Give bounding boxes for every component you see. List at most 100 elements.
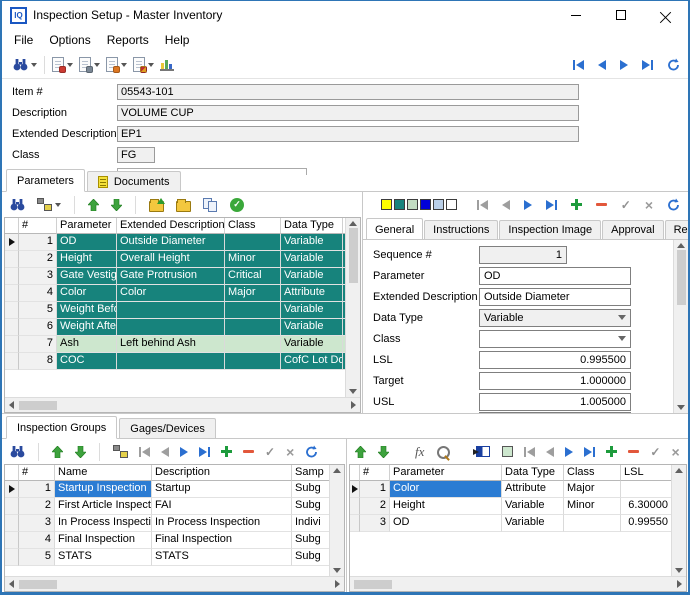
column-header[interactable]: # [360, 465, 390, 481]
usl-field[interactable]: 1.005000 [479, 393, 631, 411]
menu-file[interactable]: File [6, 31, 41, 49]
column-header[interactable]: Class [564, 465, 621, 481]
scrollbar-thumb[interactable] [349, 228, 358, 283]
refresh-button[interactable] [667, 58, 680, 71]
nav-last-button[interactable] [546, 200, 557, 210]
table-row[interactable]: 8 COC CofC Lot Doc [5, 353, 345, 370]
formula-button[interactable]: fx [412, 442, 427, 462]
scroll-up-icon[interactable] [675, 468, 683, 473]
column-header[interactable]: LSL [621, 465, 671, 481]
copy-button[interactable] [200, 196, 221, 214]
column-header[interactable]: # [19, 218, 57, 234]
table-row[interactable]: 7 Ash Left behind Ash Variable [5, 336, 345, 353]
nav-last-button[interactable] [199, 447, 210, 457]
close-button[interactable] [643, 1, 688, 29]
scrollbar-thumb[interactable] [19, 401, 57, 410]
target-field[interactable]: 1.000000 [479, 372, 631, 390]
table-row[interactable]: 2 First Article Inspection FAI Subg [5, 498, 329, 515]
table-row[interactable]: 5 STATS STATS Subg [5, 549, 329, 566]
scroll-down-icon[interactable] [349, 389, 357, 394]
insert-record-button[interactable] [571, 199, 582, 210]
table-row[interactable]: 2 Height Variable Minor 6.30000 [350, 498, 671, 515]
menu-options[interactable]: Options [41, 31, 98, 49]
legend-yellow-swatch[interactable] [381, 199, 392, 210]
column-header[interactable]: Data Type [502, 465, 564, 481]
tab-inspection-image[interactable]: Inspection Image [499, 220, 601, 239]
class-field[interactable]: FG [117, 147, 155, 163]
nav-first-button[interactable] [139, 447, 150, 457]
scrollbar-thumb[interactable] [19, 580, 57, 589]
table-row[interactable]: 4 Final Inspection Final Inspection Subg [5, 532, 329, 549]
vertical-scrollbar[interactable] [345, 218, 360, 397]
delete-record-button[interactable] [628, 450, 639, 453]
document-report-button[interactable] [49, 55, 76, 74]
maximize-button[interactable] [598, 1, 643, 29]
column-header[interactable]: Samp [292, 465, 329, 481]
nav-first-button[interactable] [524, 447, 535, 457]
nav-prev-button[interactable] [598, 60, 606, 70]
table-row[interactable]: 1 Color Attribute Major [350, 481, 671, 498]
table-row[interactable]: 6 Weight After Variable [5, 319, 345, 336]
vertical-scrollbar[interactable] [329, 465, 344, 576]
nav-next-button[interactable] [620, 60, 628, 70]
table-row[interactable]: 1 OD Outside Diameter Variable [5, 234, 345, 251]
column-header[interactable]: # [19, 465, 55, 481]
horizontal-scrollbar[interactable] [5, 576, 344, 591]
tab-documents[interactable]: Documents [87, 171, 181, 191]
scroll-right-icon[interactable] [351, 401, 356, 409]
delete-record-button[interactable] [596, 203, 607, 206]
tab-gages-devices[interactable]: Gages/Devices [119, 418, 216, 438]
column-header[interactable]: Parameter [390, 465, 502, 481]
find-group-button[interactable] [7, 443, 28, 460]
edit-group-button[interactable] [173, 196, 194, 214]
scroll-up-icon[interactable] [333, 468, 341, 473]
delete-record-button[interactable] [243, 450, 254, 453]
nav-last-button[interactable] [642, 60, 653, 70]
scrollbar-thumb[interactable] [354, 580, 392, 589]
nav-first-button[interactable] [573, 60, 584, 70]
grid-layout-button[interactable] [34, 196, 64, 213]
menu-reports[interactable]: Reports [99, 31, 157, 49]
tab-instructions[interactable]: Instructions [424, 220, 498, 239]
scroll-left-icon[interactable] [9, 401, 14, 409]
insert-record-button[interactable] [606, 446, 617, 457]
approve-button[interactable]: ✓ [227, 196, 247, 214]
find-parameter-button[interactable] [7, 196, 28, 213]
horizontal-scrollbar[interactable] [5, 397, 360, 412]
move-up-button[interactable] [85, 197, 102, 213]
cancel-edit-button[interactable]: × [645, 200, 653, 210]
extended-description-field[interactable]: EP1 [117, 126, 579, 142]
scroll-up-icon[interactable] [349, 221, 357, 226]
post-edit-button[interactable]: ✓ [265, 447, 275, 457]
column-header[interactable]: Extended Description [117, 218, 225, 234]
move-down-button[interactable] [375, 444, 392, 460]
table-row[interactable]: 4 Color Color Major Attribute [5, 285, 345, 302]
column-header[interactable]: Parameter [57, 218, 117, 234]
nav-next-button[interactable] [565, 447, 573, 457]
highlight-toggle-button[interactable] [499, 444, 516, 459]
scroll-down-icon[interactable] [675, 568, 683, 573]
post-edit-button[interactable]: ✓ [621, 200, 631, 210]
search-button[interactable] [10, 56, 40, 73]
move-up-button[interactable] [49, 444, 66, 460]
data-type-select[interactable]: Variable [479, 309, 631, 327]
tab-general[interactable]: General [366, 218, 423, 240]
nav-next-button[interactable] [524, 200, 532, 210]
tab-parameters[interactable]: Parameters [6, 169, 85, 192]
refresh-button[interactable] [667, 198, 680, 211]
document-tools-button[interactable] [130, 55, 157, 74]
scroll-left-icon[interactable] [9, 580, 14, 588]
insert-record-button[interactable] [221, 446, 232, 457]
table-row[interactable]: 3 In Process Inspection In Process Inspe… [5, 515, 329, 532]
assign-parameters-button[interactable] [473, 444, 493, 459]
tab-approval[interactable]: Approval [602, 220, 663, 239]
nav-prev-button[interactable] [502, 200, 510, 210]
tab-realtime[interactable]: RealTi [665, 220, 690, 239]
scroll-right-icon[interactable] [335, 580, 340, 588]
nav-last-button[interactable] [584, 447, 595, 457]
legend-light-green-swatch[interactable] [407, 199, 418, 210]
menu-help[interactable]: Help [157, 31, 198, 49]
extended-description-field[interactable]: Outside Diameter [479, 288, 631, 306]
minimize-button[interactable] [553, 1, 598, 29]
parameter-field[interactable]: OD [479, 267, 631, 285]
